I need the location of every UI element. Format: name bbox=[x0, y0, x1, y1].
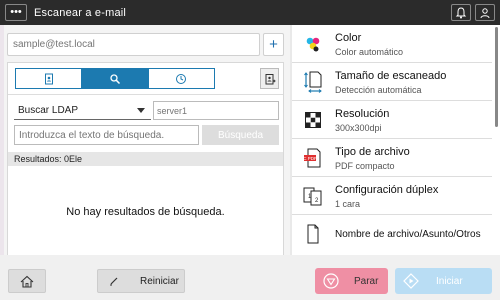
reset-icon bbox=[108, 275, 120, 287]
destination-tabs bbox=[15, 68, 215, 89]
tab-search[interactable] bbox=[82, 69, 149, 88]
start-button[interactable]: Iniciar bbox=[395, 268, 492, 294]
setting-name: Resolución bbox=[335, 108, 390, 120]
destination-panel: + Buscar LDAP Búsqueda Resultados: 0Ele … bbox=[0, 25, 290, 280]
search-icon bbox=[110, 73, 121, 84]
pdf-icon: C PDF bbox=[302, 147, 324, 169]
scan-size-icon bbox=[302, 71, 324, 93]
document-icon bbox=[302, 223, 324, 245]
settings-panel: Color Color automático Tamaño de escanea… bbox=[292, 25, 500, 255]
stop-icon bbox=[322, 272, 340, 290]
setting-value: Color automático bbox=[335, 47, 404, 57]
setting-duplex[interactable]: 12 Configuración dúplex 1 cara bbox=[292, 177, 492, 215]
setting-resolution[interactable]: Resolución 300x300dpi bbox=[292, 101, 492, 139]
duplex-icon: 12 bbox=[302, 185, 324, 207]
start-icon bbox=[402, 272, 420, 290]
home-button[interactable] bbox=[8, 269, 46, 293]
email-input[interactable] bbox=[7, 33, 260, 56]
setting-value: 1 cara bbox=[335, 199, 361, 209]
resolution-icon bbox=[302, 109, 324, 131]
search-type-select[interactable]: Buscar LDAP bbox=[14, 101, 151, 120]
divider bbox=[8, 94, 283, 95]
clock-icon bbox=[176, 73, 187, 84]
stop-button[interactable]: Parar bbox=[315, 268, 388, 294]
reset-button[interactable]: Reiniciar bbox=[97, 269, 185, 293]
svg-text:C PDF: C PDF bbox=[303, 156, 317, 161]
address-register-icon bbox=[265, 73, 275, 84]
tab-history[interactable] bbox=[149, 69, 214, 88]
top-bar: ••• Escanear a e-mail bbox=[0, 0, 500, 25]
setting-value: 300x300dpi bbox=[335, 123, 382, 133]
setting-name: Tipo de archivo bbox=[335, 146, 410, 158]
address-book-icon bbox=[44, 73, 53, 84]
search-button[interactable]: Búsqueda bbox=[202, 125, 279, 145]
search-type-label: Buscar LDAP bbox=[18, 104, 79, 116]
setting-name: Nombre de archivo/Asunto/Otros bbox=[335, 229, 481, 240]
search-card: Buscar LDAP Búsqueda Resultados: 0Ele No… bbox=[7, 62, 284, 280]
server-field[interactable] bbox=[153, 101, 279, 120]
setting-value: Detección automática bbox=[335, 85, 422, 95]
add-destination-button[interactable]: + bbox=[263, 33, 284, 56]
menu-button[interactable]: ••• bbox=[5, 4, 27, 21]
start-label: Iniciar bbox=[436, 275, 463, 287]
empty-results-message: No hay resultados de búsqueda. bbox=[66, 206, 225, 218]
page-title: Escanear a e-mail bbox=[34, 6, 127, 19]
setting-file-type[interactable]: C PDF Tipo de archivo PDF compacto bbox=[292, 139, 492, 177]
setting-scan-size[interactable]: Tamaño de escaneado Detección automática bbox=[292, 63, 492, 101]
bottom-bar: Reiniciar Parar Iniciar bbox=[0, 255, 500, 300]
home-icon bbox=[20, 275, 34, 288]
setting-name: Color bbox=[335, 32, 362, 44]
setting-name: Tamaño de escaneado bbox=[335, 70, 447, 82]
color-icon bbox=[302, 33, 324, 55]
setting-file-name[interactable]: Nombre de archivo/Asunto/Otros bbox=[292, 215, 492, 255]
results-count: Resultados: 0Ele bbox=[8, 152, 283, 166]
reset-label: Reiniciar bbox=[140, 275, 179, 287]
tab-address-book[interactable] bbox=[16, 69, 83, 88]
register-address-button[interactable] bbox=[260, 68, 279, 89]
scrollbar[interactable] bbox=[495, 27, 498, 127]
user-icon[interactable] bbox=[475, 4, 495, 21]
search-query-input[interactable] bbox=[14, 125, 199, 145]
stop-label: Parar bbox=[354, 275, 379, 287]
setting-name: Configuración dúplex bbox=[335, 184, 439, 196]
setting-value: PDF compacto bbox=[335, 161, 395, 171]
setting-color[interactable]: Color Color automático bbox=[292, 25, 492, 63]
bell-icon[interactable] bbox=[451, 4, 471, 21]
chevron-down-icon bbox=[137, 108, 145, 113]
